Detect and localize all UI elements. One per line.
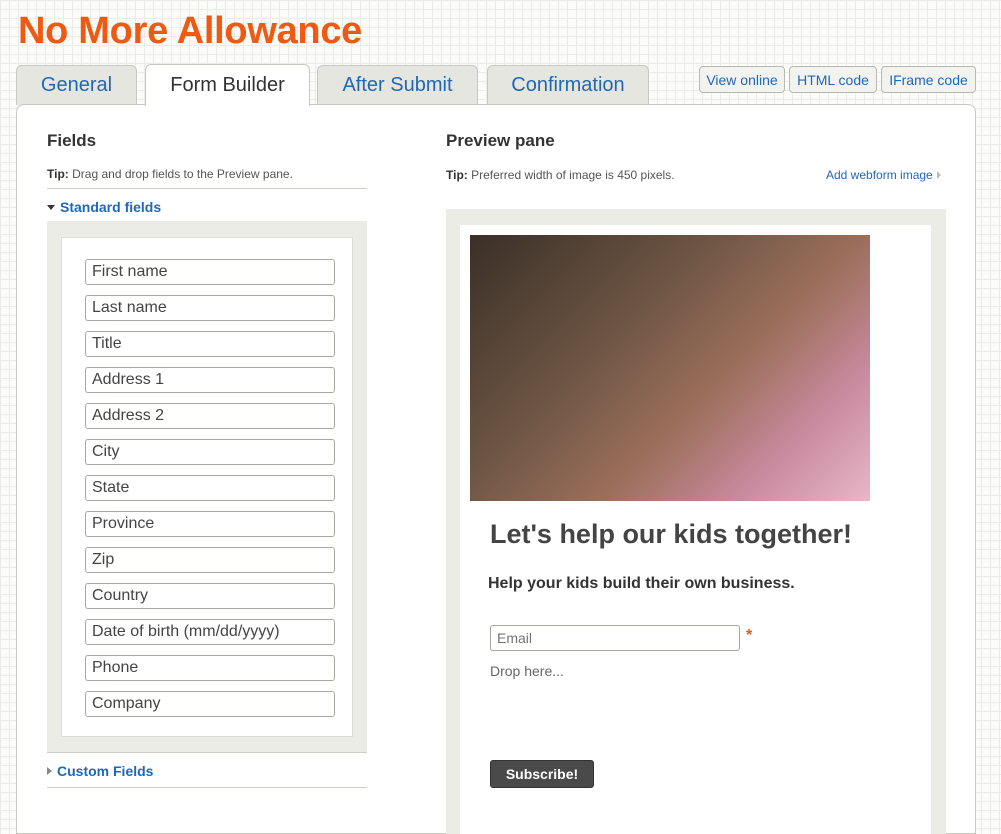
chevron-right-icon: [936, 171, 941, 179]
preview-tip: Tip: Preferred width of image is 450 pix…: [446, 168, 675, 182]
tab-general[interactable]: General: [16, 65, 137, 105]
field-company[interactable]: Company: [85, 691, 335, 717]
preview-tip-text: Preferred width of image is 450 pixels.: [471, 168, 675, 182]
fields-heading: Fields: [47, 131, 97, 150]
chevron-down-icon: [47, 204, 55, 210]
field-zip[interactable]: Zip: [85, 547, 335, 573]
view-online-button[interactable]: View online: [699, 66, 785, 93]
custom-fields-toggle[interactable]: Custom Fields: [47, 763, 153, 779]
preview-form: Let's help our kids together! Help your …: [460, 225, 931, 834]
fields-tip-text: Drag and drop fields to the Preview pane…: [72, 167, 293, 181]
form-title: Let's help our kids together!: [490, 519, 852, 549]
divider: [47, 787, 367, 788]
webform-image: [470, 235, 870, 501]
field-last-name[interactable]: Last name: [85, 295, 335, 321]
field-address-1[interactable]: Address 1: [85, 367, 335, 393]
standard-fields-area: First name Last name Title Address 1 Add…: [47, 221, 367, 753]
chevron-right-icon: [47, 767, 52, 775]
field-address-2[interactable]: Address 2: [85, 403, 335, 429]
drop-zone[interactable]: Drop here...: [490, 663, 564, 679]
form-builder-panel: Fields Tip: Drag and drop fields to the …: [16, 104, 976, 834]
custom-fields-label: Custom Fields: [57, 763, 154, 779]
field-first-name[interactable]: First name: [85, 259, 335, 285]
field-state[interactable]: State: [85, 475, 335, 501]
tab-form-builder[interactable]: Form Builder: [145, 64, 310, 106]
subscribe-button[interactable]: Subscribe!: [490, 760, 594, 788]
form-subtitle: Help your kids build their own business.: [488, 575, 795, 592]
divider: [47, 752, 367, 753]
standard-fields-label: Standard fields: [60, 199, 162, 215]
field-province[interactable]: Province: [85, 511, 335, 537]
email-field[interactable]: [490, 625, 740, 651]
required-mark: *: [746, 627, 753, 644]
preview-heading: Preview pane: [446, 131, 555, 150]
field-date-of-birth[interactable]: Date of birth (mm/dd/yyyy): [85, 619, 335, 645]
field-title[interactable]: Title: [85, 331, 335, 357]
add-webform-image-link[interactable]: Add webform image: [826, 168, 941, 182]
add-webform-image-label: Add webform image: [826, 168, 933, 182]
field-country[interactable]: Country: [85, 583, 335, 609]
app-title: No More Allowance: [18, 10, 362, 52]
divider: [47, 188, 367, 189]
iframe-code-button[interactable]: IFrame code: [881, 66, 976, 93]
html-code-button[interactable]: HTML code: [789, 66, 877, 93]
field-city[interactable]: City: [85, 439, 335, 465]
field-phone[interactable]: Phone: [85, 655, 335, 681]
preview-pane: Let's help our kids together! Help your …: [446, 209, 946, 834]
preview-tip-label: Tip:: [446, 168, 468, 182]
standard-fields-toggle[interactable]: Standard fields: [47, 199, 161, 215]
fields-tip: Tip: Drag and drop fields to the Preview…: [47, 167, 293, 181]
standard-fields-list: First name Last name Title Address 1 Add…: [61, 237, 353, 737]
tab-confirmation[interactable]: Confirmation: [487, 65, 649, 105]
tab-after-submit[interactable]: After Submit: [317, 65, 478, 105]
fields-tip-label: Tip:: [47, 167, 69, 181]
